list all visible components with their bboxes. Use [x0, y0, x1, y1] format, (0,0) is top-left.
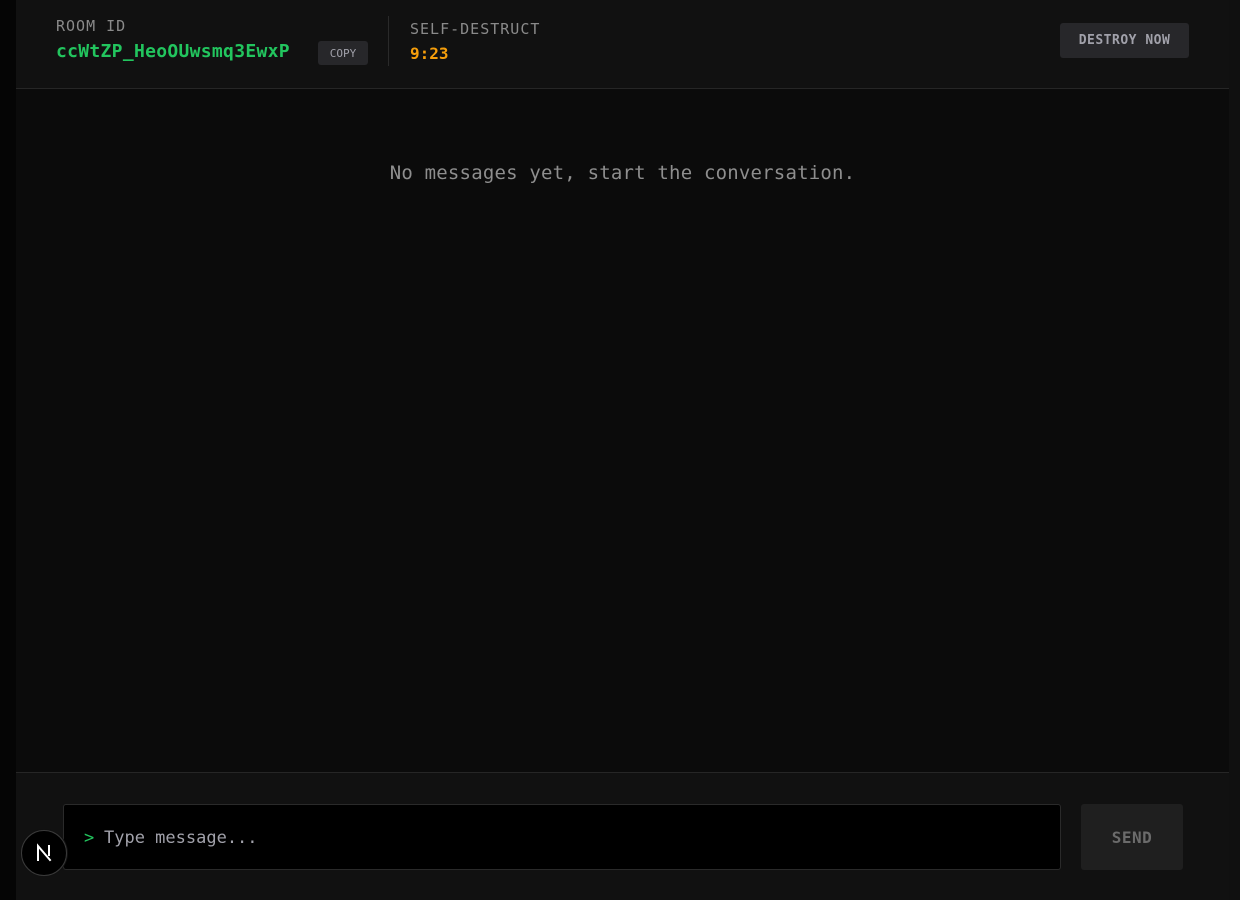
window-edge-right	[1229, 0, 1240, 900]
empty-state-text: No messages yet, start the conversation.	[389, 162, 856, 184]
header-divider	[388, 16, 389, 66]
message-list: No messages yet, start the conversation.	[16, 90, 1229, 772]
message-input-wrapper[interactable]: >	[63, 804, 1061, 870]
window-edge-left	[0, 0, 16, 900]
room-id-label: ROOM ID	[56, 17, 127, 35]
self-destruct-timer: 9:23	[410, 44, 449, 63]
nextjs-logo-icon[interactable]	[21, 830, 67, 876]
room-header: ROOM ID ccWtZP_HeoOUwsmq3EwxP COPY SELF-…	[16, 0, 1229, 89]
room-id-value: ccWtZP_HeoOUwsmq3EwxP	[56, 41, 290, 62]
nextjs-n-glyph	[37, 843, 52, 862]
send-button[interactable]: SEND	[1081, 804, 1183, 870]
copy-room-id-button[interactable]: COPY	[318, 41, 368, 65]
message-input[interactable]	[104, 819, 1044, 857]
message-composer: > SEND	[16, 772, 1229, 900]
chat-room: ROOM ID ccWtZP_HeoOUwsmq3EwxP COPY SELF-…	[16, 0, 1229, 900]
destroy-now-button[interactable]: DESTROY NOW	[1060, 23, 1189, 58]
prompt-symbol: >	[84, 828, 95, 848]
self-destruct-label: SELF-DESTRUCT	[410, 20, 541, 38]
